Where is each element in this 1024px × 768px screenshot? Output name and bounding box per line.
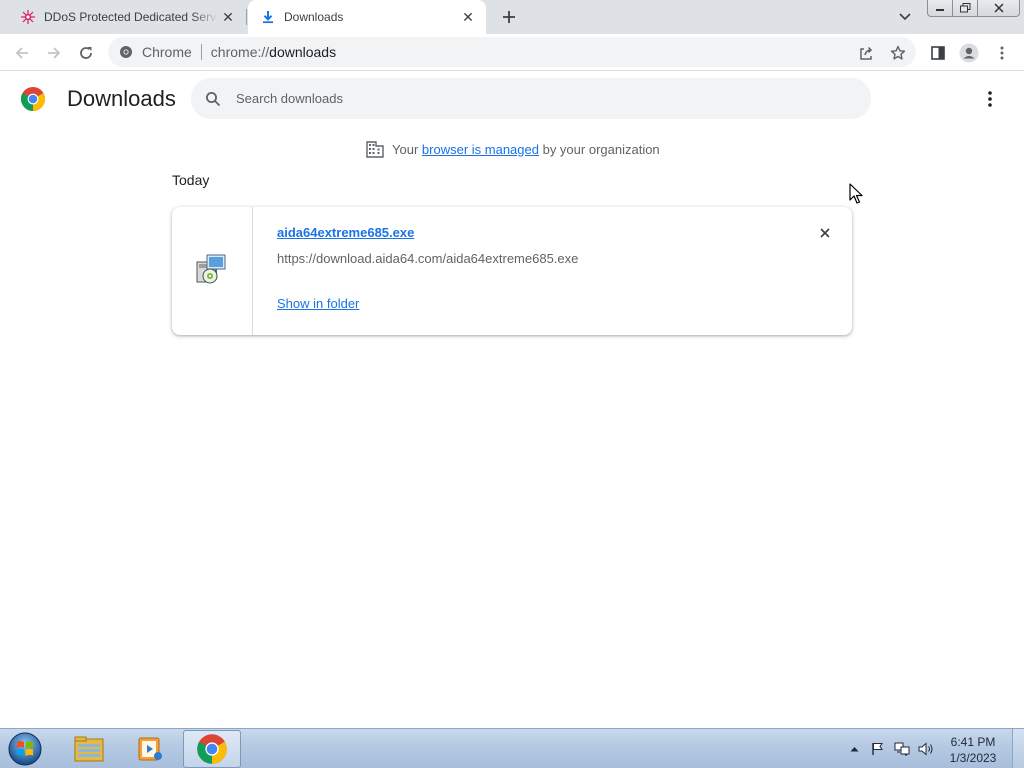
- network-icon[interactable]: [890, 739, 914, 759]
- download-source-url: https://download.aida64.com/aida64extrem…: [277, 251, 579, 266]
- reload-icon[interactable]: [72, 39, 100, 67]
- clock-date: 1/3/2023: [949, 751, 997, 765]
- url-path: downloads: [269, 44, 337, 60]
- restore-button[interactable]: [953, 0, 978, 17]
- tab-strip: DDoS Protected Dedicated Servers ✕ Downl…: [0, 0, 1024, 34]
- show-desktop-button[interactable]: [1012, 729, 1024, 768]
- search-icon: [204, 90, 222, 108]
- taskbar-clock[interactable]: 6:41 PM 1/3/2023: [940, 734, 1006, 766]
- building-icon: [366, 140, 384, 158]
- omnibox-url[interactable]: chrome://downloads: [211, 44, 336, 60]
- chrome-menu-icon[interactable]: [988, 39, 1016, 67]
- share-icon[interactable]: [852, 39, 880, 67]
- managed-link[interactable]: browser is managed: [422, 142, 539, 157]
- media-player-icon[interactable]: [121, 730, 179, 768]
- mouse-cursor-icon: [849, 183, 863, 210]
- tab-separator: [246, 9, 247, 25]
- download-icon: [260, 9, 276, 25]
- back-arrow-icon[interactable]: [8, 39, 36, 67]
- windows-taskbar: 6:41 PM 1/3/2023: [0, 728, 1024, 768]
- tab-title: DDoS Protected Dedicated Servers: [44, 10, 218, 24]
- explorer-icon[interactable]: [60, 730, 118, 768]
- tab-title: Downloads: [284, 10, 344, 24]
- window-controls: [927, 0, 1020, 18]
- clock-time: 6:41 PM: [950, 735, 996, 749]
- url-scheme: chrome://: [210, 44, 270, 60]
- search-input[interactable]: [236, 91, 796, 106]
- tab-search-chevron-icon[interactable]: [893, 6, 917, 28]
- close-window-button[interactable]: [978, 0, 1020, 17]
- show-in-folder-link[interactable]: Show in folder: [277, 296, 359, 311]
- browser-toolbar: Chrome chrome://downloads: [0, 34, 1024, 71]
- page-title: Downloads: [67, 86, 176, 111]
- side-panel-icon[interactable]: [924, 39, 952, 67]
- system-tray: [842, 729, 938, 768]
- start-orb-icon[interactable]: [5, 730, 45, 768]
- download-item-card: aida64extreme685.exe https://download.ai…: [172, 207, 852, 335]
- tab-close-icon[interactable]: ✕: [458, 7, 478, 27]
- ddos-favicon-icon: [20, 9, 36, 25]
- volume-icon[interactable]: [914, 739, 938, 759]
- file-icon-column: [172, 207, 253, 335]
- bookmark-star-icon[interactable]: [884, 39, 912, 67]
- new-tab-button[interactable]: [497, 5, 521, 29]
- profile-avatar-icon[interactable]: [955, 39, 983, 67]
- chrome-site-icon: [118, 44, 134, 60]
- chrome-icon[interactable]: [183, 730, 241, 768]
- tab-ddos[interactable]: DDoS Protected Dedicated Servers ✕: [8, 0, 246, 34]
- download-file-name[interactable]: aida64extreme685.exe: [277, 225, 414, 240]
- section-date-label: Today: [172, 172, 210, 188]
- tab-downloads[interactable]: Downloads ✕: [248, 0, 486, 34]
- installer-icon[interactable]: [195, 252, 229, 291]
- tab-close-icon[interactable]: ✕: [218, 7, 238, 27]
- downloads-menu-icon[interactable]: [978, 87, 1002, 111]
- managed-prefix: Your: [392, 141, 419, 157]
- minimize-button[interactable]: [927, 0, 953, 17]
- remove-download-icon[interactable]: [814, 222, 836, 244]
- omnibox-chip: Chrome: [142, 44, 192, 60]
- omnibox-divider: [200, 44, 202, 60]
- action-center-flag-icon[interactable]: [866, 739, 890, 759]
- downloads-search[interactable]: [191, 78, 871, 119]
- chrome-logo-icon: [20, 86, 46, 112]
- managed-suffix: by your organization: [542, 141, 660, 157]
- managed-notice: Your browser is managed by your organiza…: [366, 140, 660, 158]
- omnibox[interactable]: Chrome chrome://downloads: [108, 37, 916, 67]
- forward-arrow-icon[interactable]: [40, 39, 68, 67]
- show-hidden-icons-icon[interactable]: [842, 739, 866, 759]
